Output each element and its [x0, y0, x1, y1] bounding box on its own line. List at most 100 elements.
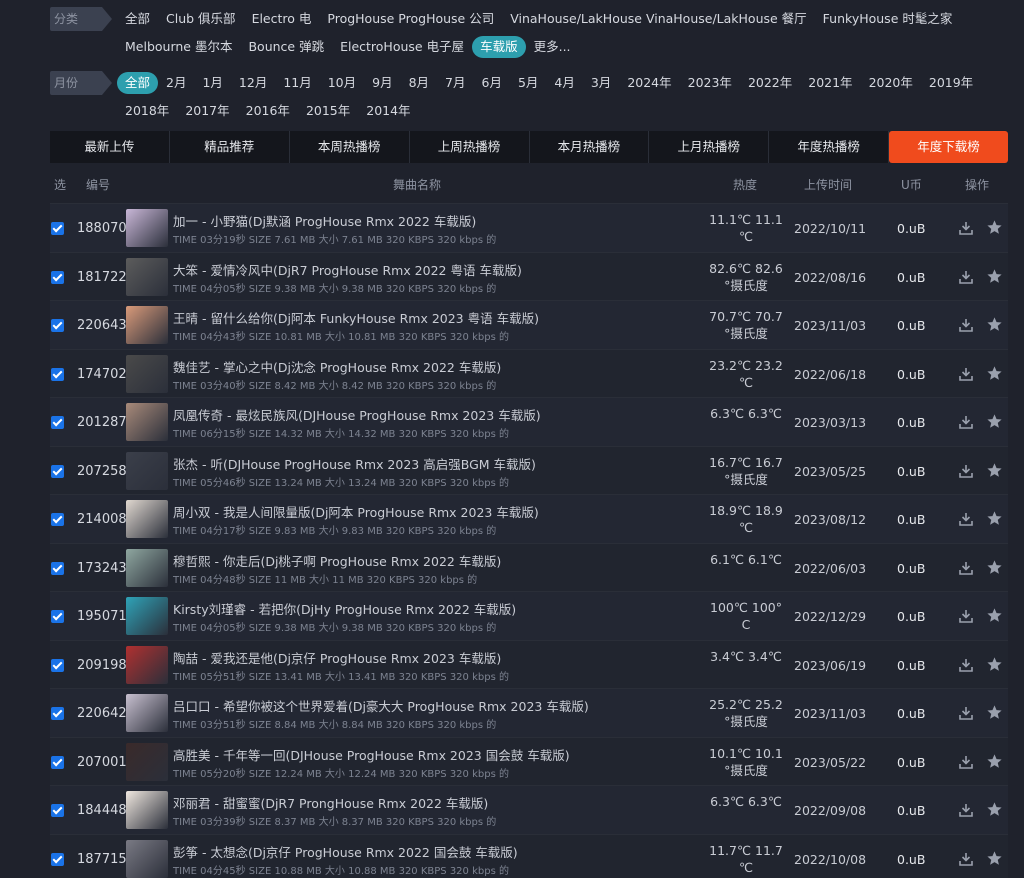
cover-thumbnail[interactable]: [126, 645, 168, 684]
cover-thumbnail[interactable]: [126, 694, 168, 732]
month-item[interactable]: 2023年: [680, 72, 740, 94]
select-checkbox[interactable]: [51, 658, 64, 672]
cover-thumbnail[interactable]: [126, 548, 168, 587]
star-icon[interactable]: [986, 801, 1003, 818]
tab-3[interactable]: 上周热播榜: [409, 131, 530, 163]
month-item[interactable]: 2016年: [238, 100, 298, 122]
table-row[interactable]: 174702 魏佳艺 - 掌心之中(Dj沈念 ProgHouse Rmx 2022…: [50, 348, 1008, 397]
download-icon[interactable]: [958, 802, 974, 818]
track-title[interactable]: 王晴 - 留什么给你(Dj阿本 FunkyHouse Rmx 2023 粤语 车…: [173, 308, 539, 327]
month-item[interactable]: 12月: [231, 72, 275, 94]
download-icon[interactable]: [958, 366, 974, 382]
star-icon[interactable]: [986, 607, 1003, 624]
download-icon[interactable]: [958, 269, 974, 285]
category-item[interactable]: FunkyHouse 时髦之家: [815, 8, 961, 30]
tab-1[interactable]: 精品推荐: [169, 131, 290, 163]
month-item[interactable]: 2014年: [358, 100, 418, 122]
month-item[interactable]: 全部: [117, 72, 159, 94]
track-title[interactable]: 周小双 - 我是人间限量版(Dj阿本 ProgHouse Rmx 2023 车载…: [173, 502, 539, 521]
table-row[interactable]: 181722 大笨 - 爱情冷风中(DjR7 ProgHouse Rmx 2022…: [50, 251, 1008, 300]
cover-thumbnail[interactable]: [126, 209, 168, 247]
cover-thumbnail[interactable]: [126, 354, 168, 393]
select-checkbox[interactable]: [51, 707, 64, 720]
cover-thumbnail[interactable]: [126, 403, 168, 441]
download-icon[interactable]: [958, 560, 974, 576]
tab-4[interactable]: 本月热播榜: [529, 131, 650, 163]
star-icon[interactable]: [986, 753, 1003, 770]
tab-7[interactable]: 年度下载榜: [889, 131, 1008, 163]
select-checkbox[interactable]: [51, 852, 64, 866]
month-item[interactable]: 2024年: [619, 72, 679, 94]
month-item[interactable]: 2022年: [740, 72, 800, 94]
cover-thumbnail[interactable]: [126, 306, 168, 344]
category-item[interactable]: 车载版: [472, 36, 526, 58]
track-title[interactable]: 穆哲熙 - 你走后(Dj桃子啊 ProgHouse Rmx 2022 车载版): [173, 551, 501, 570]
table-row[interactable]: 173243 穆哲熙 - 你走后(Dj桃子啊 ProgHouse Rmx 2022…: [50, 542, 1008, 591]
month-item[interactable]: 4月: [546, 72, 582, 94]
month-item[interactable]: 2021年: [800, 72, 860, 94]
month-item[interactable]: 8月: [401, 72, 437, 94]
cover-thumbnail[interactable]: [126, 839, 168, 878]
category-item[interactable]: ElectroHouse 电子屋: [332, 36, 472, 58]
month-item[interactable]: 11月: [275, 72, 319, 94]
table-row[interactable]: 201287 凤凰传奇 - 最炫民族风(DJHouse ProgHouse Rmx…: [50, 397, 1008, 446]
category-item[interactable]: Club 俱乐部: [158, 8, 244, 30]
month-item[interactable]: 9月: [364, 72, 400, 94]
month-item[interactable]: 6月: [474, 72, 510, 94]
star-icon[interactable]: [986, 462, 1003, 479]
track-title[interactable]: Kirsty刘瑾睿 - 若把你(DjHy ProgHouse Rmx 2022 …: [173, 599, 516, 618]
table-row[interactable]: 188070 加一 - 小野猫(Dj默涵 ProgHouse Rmx 2022 车…: [50, 203, 1008, 252]
table-row[interactable]: 207258 张杰 - 听(DJHouse ProgHouse Rmx 2023 …: [50, 445, 1008, 494]
select-checkbox[interactable]: [51, 367, 64, 381]
download-icon[interactable]: [958, 463, 974, 479]
category-item[interactable]: 全部: [117, 8, 158, 30]
select-checkbox[interactable]: [51, 464, 64, 478]
star-icon[interactable]: [986, 268, 1003, 285]
star-icon[interactable]: [986, 704, 1003, 721]
track-title[interactable]: 陶喆 - 爱我还是他(Dj京仔 ProgHouse Rmx 2023 车载版): [173, 648, 501, 667]
select-checkbox[interactable]: [51, 804, 64, 817]
tab-0[interactable]: 最新上传: [50, 131, 170, 163]
download-icon[interactable]: [958, 657, 974, 673]
table-row[interactable]: 195071 Kirsty刘瑾睿 - 若把你(DjHy ProgHouse Rmx…: [50, 591, 1008, 640]
tab-2[interactable]: 本周热播榜: [289, 131, 410, 163]
select-checkbox[interactable]: [51, 561, 64, 575]
table-row[interactable]: 184448 邓丽君 - 甜蜜蜜(DjR7 ProngHouse Rmx 2022…: [50, 785, 1008, 834]
cover-thumbnail[interactable]: [126, 597, 168, 635]
select-checkbox[interactable]: [51, 755, 64, 769]
category-item[interactable]: VinaHouse/LakHouse VinaHouse/LakHouse 餐厅: [502, 8, 814, 30]
month-item[interactable]: 2月: [158, 72, 194, 94]
star-icon[interactable]: [986, 219, 1003, 236]
star-icon[interactable]: [986, 656, 1003, 673]
month-item[interactable]: 2020年: [861, 72, 921, 94]
track-title[interactable]: 吕口口 - 希望你被这个世界爱着(Dj豪大大 ProgHouse Rmx 202…: [173, 696, 589, 715]
table-row[interactable]: 220643 王晴 - 留什么给你(Dj阿本 FunkyHouse Rmx 202…: [50, 300, 1008, 349]
download-icon[interactable]: [958, 705, 974, 721]
cover-thumbnail[interactable]: [126, 451, 168, 490]
category-item[interactable]: Melbourne 墨尔本: [117, 36, 240, 58]
star-icon[interactable]: [986, 850, 1003, 867]
download-icon[interactable]: [958, 220, 974, 236]
category-item[interactable]: ProgHouse ProgHouse 公司: [319, 8, 502, 30]
table-row[interactable]: 207001 高胜美 - 千年等一回(DJHouse ProgHouse Rmx …: [50, 736, 1008, 785]
month-item[interactable]: 2019年: [921, 72, 981, 94]
month-item[interactable]: 3月: [583, 72, 619, 94]
select-checkbox[interactable]: [51, 270, 64, 284]
download-icon[interactable]: [958, 851, 974, 867]
month-item[interactable]: 2017年: [177, 100, 237, 122]
track-title[interactable]: 张杰 - 听(DJHouse ProgHouse Rmx 2023 高启强BGM…: [173, 454, 536, 473]
month-item[interactable]: 10月: [320, 72, 364, 94]
track-title[interactable]: 大笨 - 爱情冷风中(DjR7 ProgHouse Rmx 2022 粤语 车载…: [173, 260, 522, 279]
download-icon[interactable]: [958, 414, 974, 430]
cover-thumbnail[interactable]: [126, 791, 168, 829]
track-title[interactable]: 凤凰传奇 - 最炫民族风(DJHouse ProgHouse Rmx 2023 …: [173, 405, 541, 424]
cover-thumbnail[interactable]: [126, 257, 168, 296]
cover-thumbnail[interactable]: [126, 500, 168, 538]
month-item[interactable]: 7月: [437, 72, 473, 94]
select-checkbox[interactable]: [51, 416, 64, 429]
track-title[interactable]: 加一 - 小野猫(Dj默涵 ProgHouse Rmx 2022 车载版): [173, 211, 476, 230]
track-title[interactable]: 彭筝 - 太想念(Dj京仔 ProgHouse Rmx 2022 国会鼓 车载版…: [173, 842, 518, 861]
table-row[interactable]: 187715 彭筝 - 太想念(Dj京仔 ProgHouse Rmx 2022 国…: [50, 833, 1008, 878]
track-title[interactable]: 魏佳艺 - 掌心之中(Dj沈念 ProgHouse Rmx 2022 车载版): [173, 357, 501, 376]
download-icon[interactable]: [958, 608, 974, 624]
